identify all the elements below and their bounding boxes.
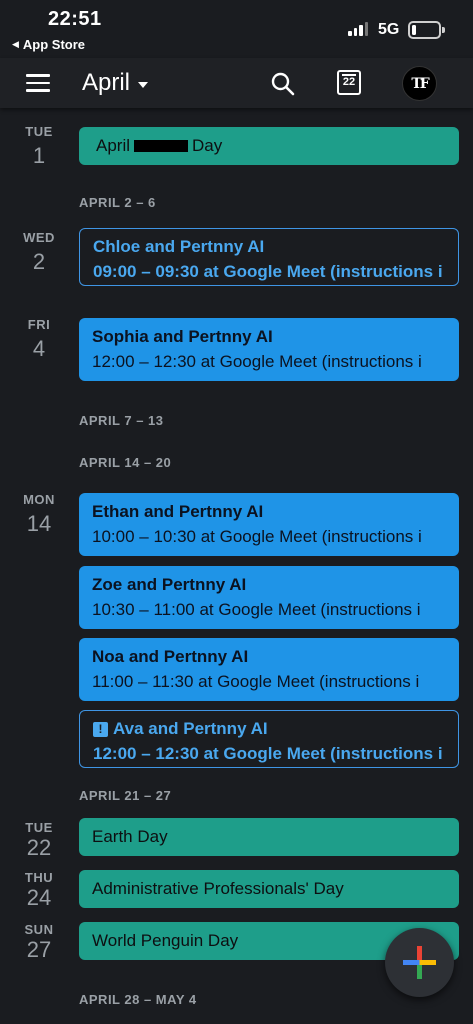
day-of-week: WED xyxy=(23,230,55,245)
avatar-initials: TF xyxy=(411,75,429,92)
week-header: APRIL 14 – 20 xyxy=(79,455,172,470)
month-selector[interactable]: April xyxy=(82,69,149,97)
day-number: 22 xyxy=(26,835,52,860)
day-header-tue-22: TUE 22 xyxy=(14,820,64,861)
event-time-location: 12:00 – 12:30 at Google Meet (instructio… xyxy=(93,744,443,763)
week-header: APRIL 2 – 6 xyxy=(79,195,156,210)
event-zoe[interactable]: Zoe and Pertnny AI 10:30 – 11:00 at Goog… xyxy=(79,566,459,629)
event-time-location: 12:00 – 12:30 at Google Meet (instructio… xyxy=(92,352,422,371)
cellular-signal-icon xyxy=(348,22,368,36)
create-event-button[interactable] xyxy=(385,928,454,997)
day-of-week: SUN xyxy=(24,922,54,937)
day-number: 24 xyxy=(26,885,52,910)
event-title: Ava and Pertnny AI xyxy=(113,719,268,738)
event-april-day[interactable]: April Day xyxy=(79,127,459,165)
event-ava[interactable]: ! Ava and Pertnny AI 12:00 – 12:30 at Goo… xyxy=(79,710,459,768)
day-of-week: FRI xyxy=(27,317,51,332)
event-earth-day[interactable]: Earth Day xyxy=(79,818,459,856)
day-header-thu-24: THU 24 xyxy=(14,870,64,911)
day-header-tue-1: TUE 1 xyxy=(14,124,64,169)
day-number: 1 xyxy=(32,143,46,168)
account-avatar[interactable]: TF xyxy=(402,66,437,101)
week-header: APRIL 28 – MAY 4 xyxy=(79,992,197,1007)
day-of-week: MON xyxy=(23,492,55,507)
network-type: 5G xyxy=(378,21,400,38)
event-title: Administrative Professionals' Day xyxy=(92,879,344,898)
day-header-wed-2: WED 2 xyxy=(14,230,64,275)
event-title: Zoe and Pertnny AI xyxy=(92,575,247,594)
event-time-location: 09:00 – 09:30 at Google Meet (instructio… xyxy=(93,262,443,281)
event-title: Ethan and Pertnny AI xyxy=(92,502,264,521)
event-title-start: April xyxy=(96,136,131,155)
week-header: APRIL 7 – 13 xyxy=(79,413,164,428)
event-title: Noa and Pertnny AI xyxy=(92,647,249,666)
agenda-list: TUE 1 April Day APRIL 2 – 6 WED 2 Chloe … xyxy=(0,108,473,1024)
event-title: Earth Day xyxy=(92,827,168,846)
day-number: 2 xyxy=(32,249,46,274)
week-header: APRIL 21 – 27 xyxy=(79,788,172,803)
caret-down-icon xyxy=(138,82,149,88)
status-time: 22:51 xyxy=(48,8,102,30)
day-number: 4 xyxy=(32,336,46,361)
event-title-end: Day xyxy=(192,136,223,155)
event-noa[interactable]: Noa and Pertnny AI 11:00 – 11:30 at Goog… xyxy=(79,638,459,701)
day-of-week: TUE xyxy=(25,820,53,835)
day-number: 27 xyxy=(26,937,52,962)
status-bar: 22:51 ◀ App Store 5G xyxy=(0,0,473,58)
hamburger-menu-icon[interactable] xyxy=(26,74,50,92)
event-title: Sophia and Pertnny AI xyxy=(92,327,273,346)
today-date: 22 xyxy=(342,76,356,88)
day-of-week: TUE xyxy=(25,124,53,139)
day-number: 14 xyxy=(26,511,52,536)
event-time-location: 10:00 – 10:30 at Google Meet (instructio… xyxy=(92,527,422,546)
event-ethan[interactable]: Ethan and Pertnny AI 10:00 – 10:30 at Go… xyxy=(79,493,459,556)
back-arrow-icon: ◀ xyxy=(12,39,19,49)
event-time-location: 11:00 – 11:30 at Google Meet (instructio… xyxy=(92,672,420,691)
event-administrative-professionals-day[interactable]: Administrative Professionals' Day xyxy=(79,870,459,908)
event-title: Chloe and Pertnny AI xyxy=(93,237,265,256)
search-icon[interactable] xyxy=(270,71,296,97)
day-header-sun-27: SUN 27 xyxy=(14,922,64,963)
redacted-text xyxy=(134,140,189,152)
event-sophia[interactable]: Sophia and Pertnny AI 12:00 – 12:30 at G… xyxy=(79,318,459,381)
month-label: April xyxy=(82,69,131,96)
exclamation-icon: ! xyxy=(93,721,108,737)
event-title: World Penguin Day xyxy=(92,931,239,950)
day-of-week: THU xyxy=(24,870,54,885)
today-button[interactable]: 22 xyxy=(337,70,361,95)
event-time-location: 10:30 – 11:00 at Google Meet (instructio… xyxy=(92,600,421,619)
event-chloe[interactable]: Chloe and Pertnny AI 09:00 – 09:30 at Go… xyxy=(79,228,459,286)
google-plus-icon xyxy=(403,946,436,979)
battery-icon xyxy=(408,21,445,39)
back-app-label: App Store xyxy=(22,37,86,52)
day-header-fri-4: FRI 4 xyxy=(14,317,64,362)
app-bar: April 22 TF xyxy=(0,58,473,108)
day-header-mon-14: MON 14 xyxy=(14,492,64,537)
back-to-app-store[interactable]: ◀ App Store xyxy=(12,37,85,52)
